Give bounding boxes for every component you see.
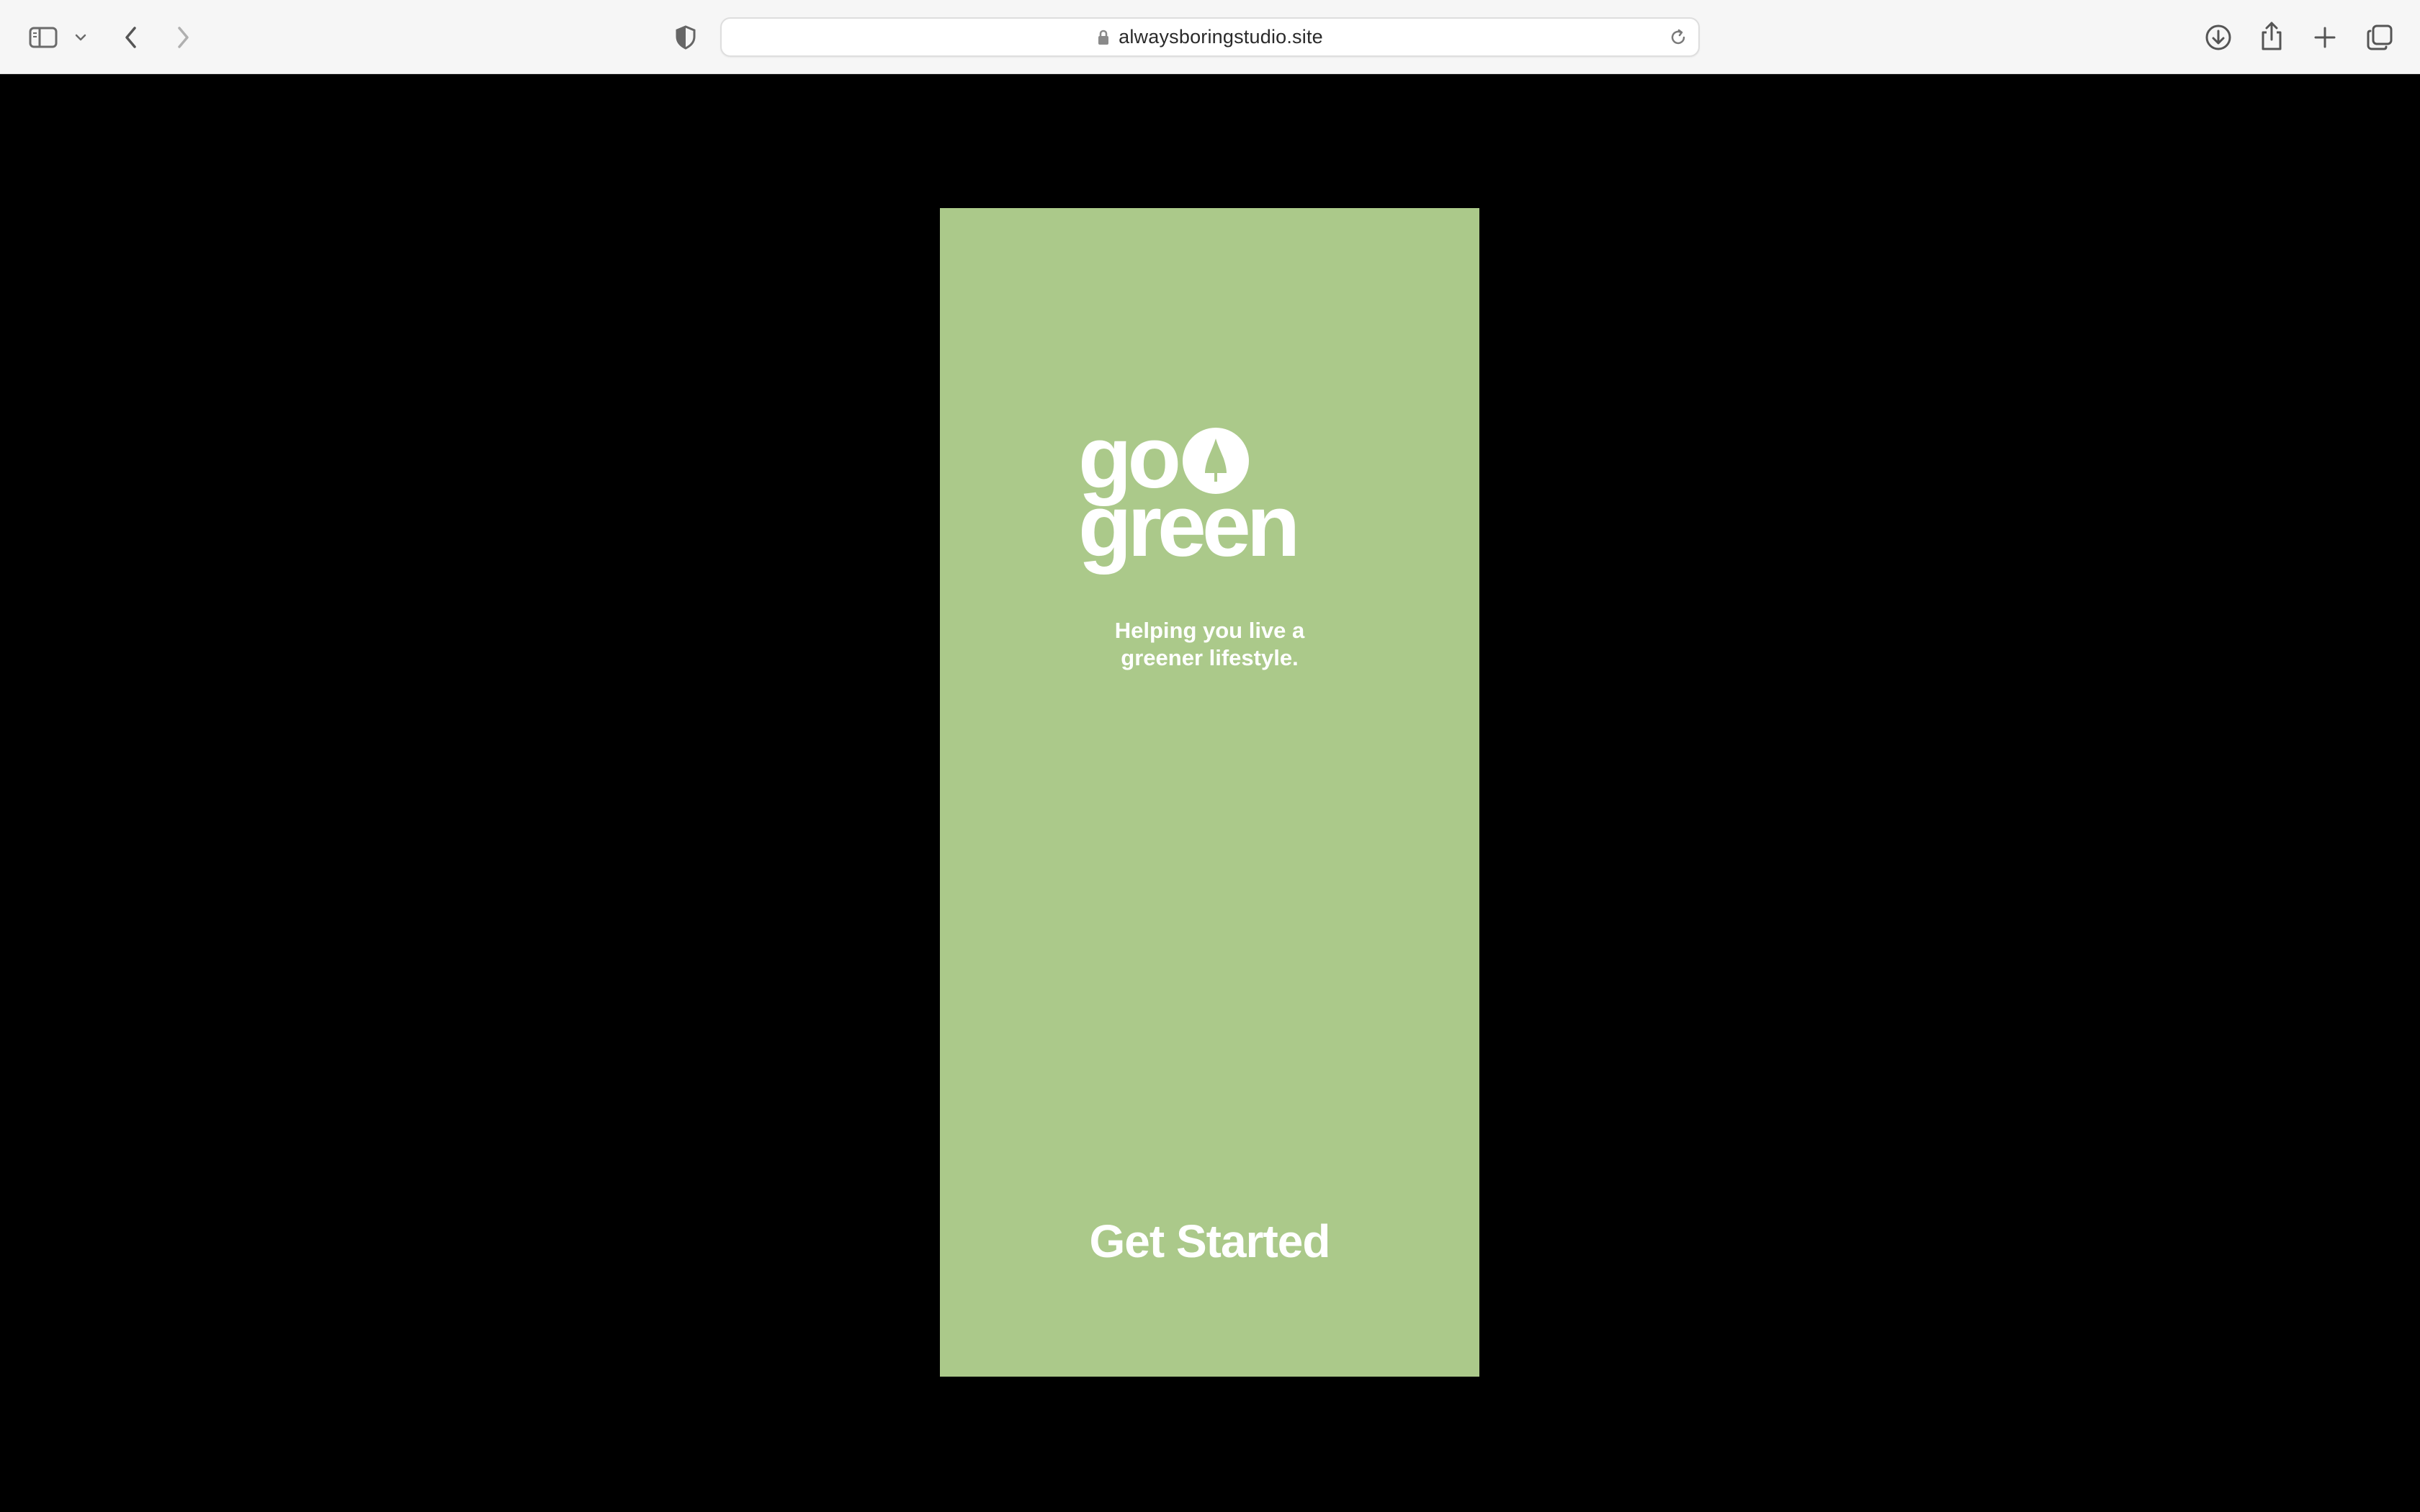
forward-button[interactable] — [171, 23, 194, 52]
plus-icon — [2313, 26, 2336, 49]
shield-icon — [675, 25, 696, 50]
reload-icon — [1669, 28, 1688, 47]
download-icon — [2205, 24, 2232, 51]
logo-word-green: green — [1078, 477, 1300, 575]
address-bar[interactable]: alwaysboringstudio.site — [720, 17, 1700, 57]
back-button[interactable] — [120, 23, 143, 52]
app-card: go green Helping you live a greener life… — [940, 208, 1479, 1377]
sidebar-menu-button[interactable] — [72, 29, 89, 46]
reload-button[interactable] — [1667, 26, 1690, 49]
get-started-button[interactable]: Get Started — [940, 1215, 1479, 1268]
tagline: Helping you live a greener lifestyle. — [940, 617, 1479, 672]
tab-overview-button[interactable] — [2364, 22, 2396, 53]
web-content: go green Helping you live a greener life… — [0, 74, 2420, 1512]
downloads-button[interactable] — [2202, 22, 2234, 53]
share-icon — [2259, 21, 2284, 51]
tagline-line-2: greener lifestyle. — [1121, 645, 1299, 670]
sidebar-toggle-button[interactable] — [27, 24, 59, 50]
go-green-logo: go green — [1078, 413, 1337, 579]
new-tab-button[interactable] — [2311, 23, 2339, 52]
tagline-line-1: Helping you live a — [1114, 618, 1305, 643]
chevron-left-icon — [124, 26, 138, 49]
chevron-down-icon — [75, 33, 86, 42]
chevron-right-icon — [176, 26, 190, 49]
url-text: alwaysboringstudio.site — [1119, 26, 1323, 48]
share-button[interactable] — [2257, 19, 2286, 53]
lock-icon — [1097, 30, 1110, 45]
sidebar-icon — [29, 27, 58, 48]
privacy-report-button[interactable] — [673, 23, 699, 52]
browser-toolbar: alwaysboringstudio.site — [0, 0, 2420, 74]
tab-overview-icon — [2366, 24, 2393, 51]
